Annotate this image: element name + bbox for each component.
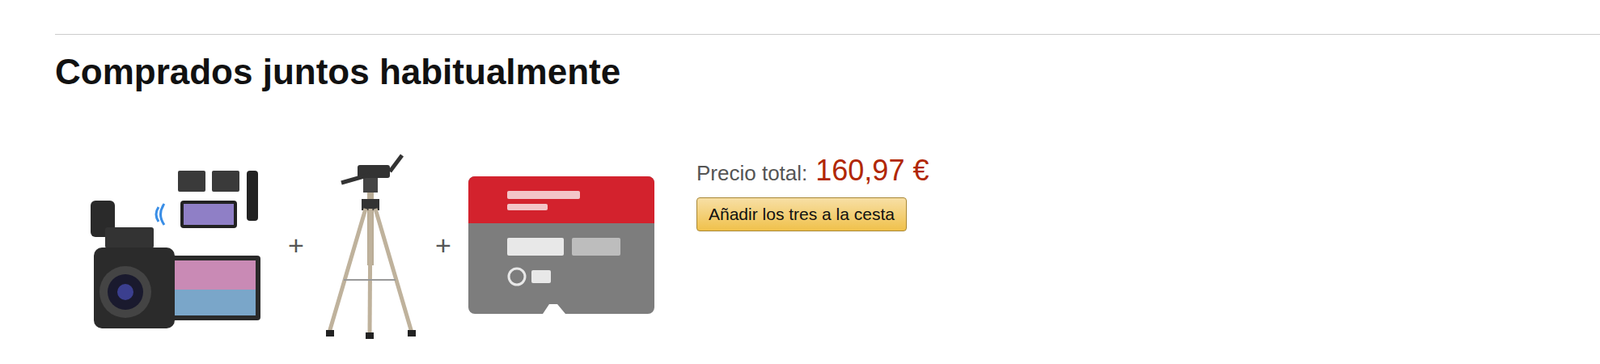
bought-together-section: Comprados juntos habitualmente++Precio t…	[55, 33, 1600, 341]
add-to-cart-button[interactable]: Añadir los tres a la cesta	[696, 197, 907, 232]
total-label: Precio total:	[696, 160, 808, 187]
price-value: 160,97 €	[815, 153, 929, 188]
section-title: Comprados juntos habitualmente	[55, 50, 1600, 94]
plus-sign: +	[270, 229, 322, 262]
product-image[interactable]	[468, 176, 655, 314]
page: Comprados juntos habitualmente++Precio t…	[0, 0, 1600, 364]
product-image[interactable]	[321, 150, 419, 341]
sd-card-icon	[468, 176, 655, 314]
plus-sign: +	[418, 229, 469, 262]
total-price: Precio total: 160,97 €	[696, 153, 929, 188]
camera-icon	[80, 150, 271, 341]
tripod-icon	[321, 150, 419, 341]
bundle-row: ++Precio total:160,97 €Añadir los tres a…	[55, 150, 1600, 341]
product-image[interactable]	[80, 150, 271, 341]
product-list: ++	[80, 150, 655, 341]
bundle-summary: Precio total: 160,97 € Añadir los tres a l…	[696, 153, 929, 232]
